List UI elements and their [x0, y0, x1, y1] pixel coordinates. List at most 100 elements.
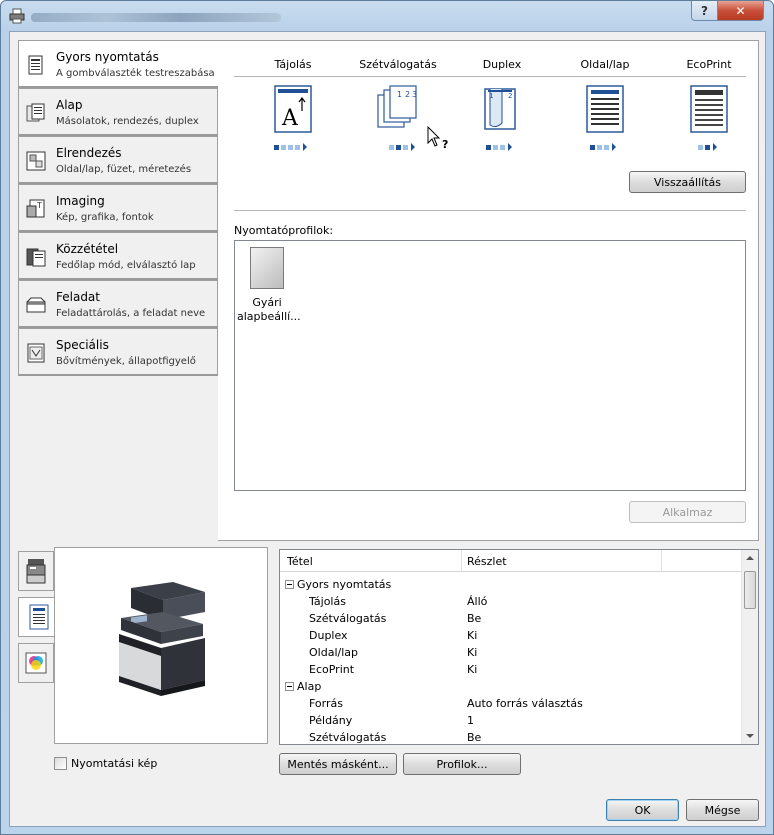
- nav-item-quick-print[interactable]: Gyors nyomtatás A gombválaszték testresz…: [18, 40, 219, 88]
- column-divider: [461, 550, 462, 572]
- nav-item-basic[interactable]: Alap Másolatok, rendezés, duplex: [18, 88, 218, 136]
- scroll-up-icon[interactable]: [746, 556, 754, 560]
- duplex-state-indicator: [486, 143, 512, 151]
- category-nav: Gyors nyomtatás A gombválaszték testresz…: [18, 40, 219, 376]
- nav-item-imaging[interactable]: T Imaging Kép, grafika, fontok: [18, 184, 218, 232]
- pages-per-sheet-state-indicator: [590, 143, 616, 151]
- color-icon: [25, 652, 47, 674]
- collate-icon[interactable]: 1 2 3: [376, 85, 420, 133]
- print-preview-option[interactable]: Nyomtatási kép: [54, 757, 157, 770]
- option-label-duplex: Duplex: [482, 58, 522, 71]
- setting-value: Auto forrás választás: [467, 697, 583, 710]
- cancel-button[interactable]: Mégse: [686, 799, 759, 821]
- quick-print-icon: [28, 55, 43, 75]
- tree-group-row[interactable]: Gyors nyomtatás: [280, 576, 744, 593]
- nav-item-layout[interactable]: Elrendezés Oldal/lap, füzet, méretezés: [18, 136, 218, 184]
- reset-button[interactable]: Visszaállítás: [629, 171, 746, 193]
- scroll-down-icon[interactable]: [746, 734, 754, 738]
- nav-item-publishing[interactable]: Közzététel Fedőlap mód, elválasztó lap: [18, 232, 218, 280]
- nav-item-job[interactable]: Feladat Feladattárolás, a feladat neve: [18, 280, 218, 328]
- job-icon: [26, 297, 46, 313]
- setting-name: EcoPrint: [309, 663, 355, 676]
- nav-subtitle: A gombválaszték testreszabása: [56, 68, 215, 79]
- option-label-collate: Szétválogatás: [359, 58, 437, 71]
- printer-profiles-list[interactable]: Gyári alapbeállí...: [234, 240, 746, 491]
- column-detail[interactable]: Részlet: [467, 555, 507, 568]
- setting-name: Szétválogatás: [309, 731, 387, 744]
- help-cursor-icon: ?: [427, 126, 448, 150]
- column-divider: [661, 550, 662, 572]
- quick-print-panel: Tájolás Szétválogatás Duplex Oldal/lap E…: [218, 40, 759, 541]
- tab-page-preview[interactable]: [18, 597, 58, 637]
- svg-text:1: 1: [489, 92, 493, 100]
- svg-text:3: 3: [412, 90, 417, 99]
- tree-row[interactable]: Tájolás Álló: [280, 593, 744, 610]
- tab-printer[interactable]: [18, 551, 54, 591]
- profiles-button[interactable]: Profilok...: [403, 753, 521, 775]
- svg-text:T: T: [36, 201, 42, 210]
- ok-button[interactable]: OK: [606, 799, 679, 821]
- tree-row[interactable]: Szétválogatás Be: [280, 729, 744, 744]
- tab-color[interactable]: [18, 643, 54, 683]
- setting-value: Ki: [467, 629, 478, 642]
- tree-row[interactable]: Oldal/lap Ki: [280, 644, 744, 661]
- nav-item-advanced[interactable]: Speciális Bővítmények, állapotfigyelő: [18, 328, 218, 376]
- preview-side-tabs: [18, 547, 58, 747]
- printer-profiles-label: Nyomtatóprofilok:: [234, 224, 334, 237]
- ecoprint-icon[interactable]: [690, 85, 728, 133]
- print-preferences-window: ? ✕ Gyors nyomtatás A gombválaszték test…: [0, 0, 774, 835]
- column-item[interactable]: Tétel: [287, 555, 313, 568]
- nav-title: Közzététel: [56, 242, 119, 256]
- setting-name: Oldal/lap: [309, 646, 358, 659]
- nav-title: Feladat: [56, 290, 100, 304]
- close-button[interactable]: ✕: [717, 1, 764, 21]
- tree-row[interactable]: Példány 1: [280, 712, 744, 729]
- setting-name: Példány: [309, 714, 353, 727]
- tree-row[interactable]: EcoPrint Ki: [280, 661, 744, 678]
- advanced-icon: [27, 343, 45, 363]
- setting-value: Álló: [467, 595, 488, 608]
- option-label-orientation: Tájolás: [274, 58, 312, 71]
- nav-title: Alap: [56, 98, 83, 112]
- save-as-button[interactable]: Mentés másként...: [279, 753, 397, 775]
- pages-per-sheet-icon[interactable]: [586, 85, 624, 133]
- svg-text:2: 2: [405, 90, 410, 99]
- collapse-icon[interactable]: [285, 580, 294, 589]
- print-preview-checkbox[interactable]: [54, 757, 67, 770]
- title-bar: ? ✕: [1, 1, 773, 31]
- window-title: [31, 13, 281, 22]
- orientation-portrait-icon[interactable]: A: [274, 85, 312, 133]
- tree-group-row[interactable]: Alap: [280, 678, 744, 695]
- profile-thumbnail[interactable]: [250, 247, 284, 289]
- tree-row[interactable]: Szétválogatás Be: [280, 610, 744, 627]
- option-label-ecoprint: EcoPrint: [686, 58, 732, 71]
- tree-scrollbar[interactable]: [741, 550, 758, 744]
- apply-button[interactable]: Alkalmaz: [629, 501, 746, 523]
- profile-name[interactable]: Gyári alapbeállí...: [237, 296, 301, 324]
- setting-value: Be: [467, 612, 482, 625]
- orientation-state-indicator: [274, 143, 307, 151]
- setting-name: Tájolás: [309, 595, 346, 608]
- tree-row[interactable]: Duplex Ki: [280, 627, 744, 644]
- page-preview-icon: [29, 604, 48, 630]
- tree-header: Tétel Részlet: [280, 550, 744, 572]
- setting-name: Szétválogatás: [309, 612, 387, 625]
- device-preview: [54, 547, 268, 744]
- nav-title: Speciális: [56, 338, 109, 352]
- scroll-thumb[interactable]: [744, 571, 756, 609]
- setting-name: Forrás: [309, 697, 343, 710]
- layout-icon: [26, 151, 46, 171]
- print-preview-label: Nyomtatási kép: [71, 757, 158, 770]
- duplex-icon[interactable]: 1 2: [482, 85, 520, 133]
- svg-text:2: 2: [508, 92, 512, 100]
- nav-subtitle: Bővítmények, állapotfigyelő: [56, 356, 196, 367]
- option-label-pages-per-sheet: Oldal/lap: [580, 58, 630, 71]
- tree-row[interactable]: Forrás Auto forrás választás: [280, 695, 744, 712]
- nav-subtitle: Másolatok, rendezés, duplex: [56, 116, 199, 127]
- help-button[interactable]: ?: [691, 1, 718, 21]
- setting-value: Be: [467, 731, 482, 744]
- setting-name: Alap: [297, 680, 322, 693]
- printer-device-icon: [26, 559, 46, 584]
- collapse-icon[interactable]: [285, 682, 294, 691]
- settings-summary-tree[interactable]: Tétel Részlet Gyors nyomtatás Tájolás Álló…: [279, 549, 759, 745]
